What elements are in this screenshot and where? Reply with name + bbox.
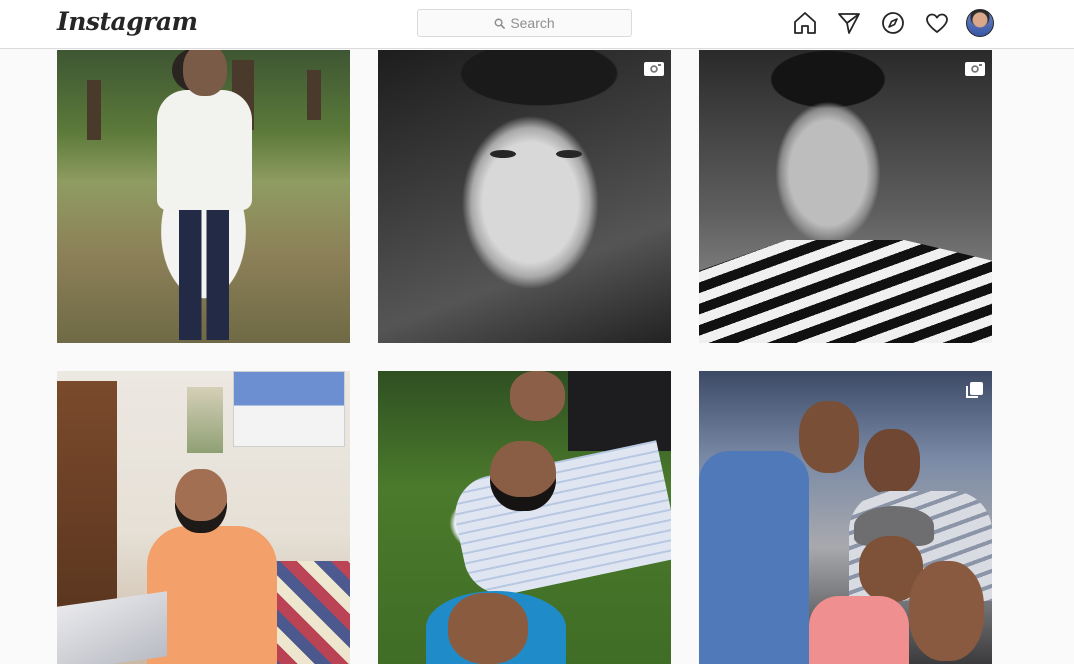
photo-subject-head — [183, 50, 227, 96]
photo-subject-head — [909, 561, 984, 661]
photo-subject-legs — [179, 200, 229, 340]
top-nav-bar: Instagram Search — [0, 0, 1074, 49]
photo-detail — [187, 387, 223, 453]
video-icon — [643, 60, 665, 78]
photo-detail — [699, 240, 992, 343]
photo-detail — [57, 381, 117, 611]
post-thumbnail[interactable] — [699, 371, 992, 664]
instagram-logo[interactable]: Instagram — [57, 7, 198, 36]
photo-subject-head — [510, 371, 565, 421]
photo-detail — [699, 451, 809, 664]
photo-subject-head — [490, 441, 556, 511]
tree-trunk — [87, 80, 101, 140]
post-thumbnail[interactable] — [378, 50, 671, 343]
post-photo — [378, 50, 671, 343]
photo-detail — [568, 371, 671, 451]
photo-subject-shirt — [157, 90, 252, 210]
photo-detail — [490, 150, 516, 158]
post-thumbnail[interactable] — [699, 50, 992, 343]
direct-message-icon[interactable] — [836, 10, 862, 36]
photo-detail — [233, 371, 345, 447]
post-thumbnail[interactable] — [57, 50, 350, 343]
explore-compass-icon[interactable] — [880, 10, 906, 36]
tree-trunk — [307, 70, 321, 120]
video-icon — [964, 60, 986, 78]
activity-heart-icon[interactable] — [924, 10, 950, 36]
photo-detail — [809, 596, 909, 664]
photo-detail — [556, 150, 582, 158]
search-placeholder: Search — [510, 15, 555, 31]
profile-avatar[interactable] — [966, 9, 994, 37]
photo-subject-head — [799, 401, 859, 473]
post-thumbnail[interactable] — [378, 371, 671, 664]
photo-subject-head — [448, 593, 528, 664]
photo-subject-head — [175, 469, 227, 533]
search-input[interactable]: Search — [417, 9, 632, 37]
search-icon — [494, 18, 506, 29]
home-icon[interactable] — [792, 10, 818, 36]
post-thumbnail[interactable] — [57, 371, 350, 664]
photo-subject-head — [864, 429, 920, 495]
carousel-icon — [964, 381, 986, 399]
